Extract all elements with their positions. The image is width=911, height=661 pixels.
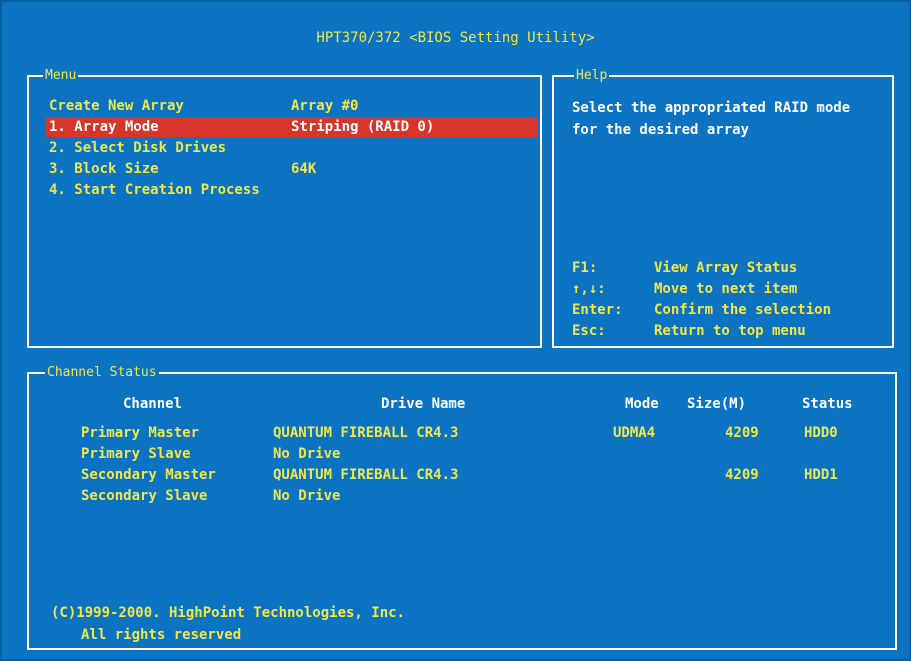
table-row: Primary Slave No Drive xyxy=(29,443,895,465)
key-description: Move to next item xyxy=(654,281,798,297)
key-description: View Array Status xyxy=(654,260,798,276)
channel-name: Secondary Master xyxy=(81,467,216,483)
help-panel: Help Select the appropriated RAID mode f… xyxy=(552,67,894,348)
array-number: Array #0 xyxy=(291,98,359,114)
copyright-line: (C)1999-2000. HighPoint Technologies, In… xyxy=(51,605,406,621)
drive-size: 4209 xyxy=(725,467,759,483)
channel-name: Primary Master xyxy=(81,425,200,441)
drive-size: 4209 xyxy=(725,425,759,441)
key-label: ↑,↓: xyxy=(572,281,606,297)
header-size: Size(M) xyxy=(687,396,747,412)
header-status: Status xyxy=(802,396,853,412)
menu-item-label: 3. Block Size xyxy=(49,161,159,177)
channel-panel-title: Channel Status xyxy=(45,364,159,382)
key-label: F1: xyxy=(572,260,598,276)
table-row: Primary Master QUANTUM FIREBALL CR4.3 UD… xyxy=(29,422,895,444)
copyright-notice: (C)1999-2000. HighPoint Technologies, In… xyxy=(51,602,405,646)
key-label: Enter: xyxy=(572,302,623,318)
menu-item-label: 1. Array Mode xyxy=(49,119,159,135)
drive-mode: UDMA4 xyxy=(613,425,656,441)
key-description: Confirm the selection xyxy=(654,302,832,318)
channel-status-panel: Channel Status Channel Drive Name Mode S… xyxy=(27,364,897,650)
drive-name: QUANTUM FIREBALL CR4.3 xyxy=(273,425,459,441)
drive-name: QUANTUM FIREBALL CR4.3 xyxy=(273,467,459,483)
bios-screen: HPT370/372 <BIOS Setting Utility> Menu C… xyxy=(0,0,911,661)
drive-status: HDD0 xyxy=(804,425,838,441)
header-channel: Channel xyxy=(123,396,183,412)
create-array-label: Create New Array xyxy=(49,98,184,114)
rights-line: All rights reserved xyxy=(81,627,242,643)
table-row: Secondary Master QUANTUM FIREBALL CR4.3 … xyxy=(29,464,895,486)
menu-item-label: 4. Start Creation Process xyxy=(49,182,260,198)
utility-title: HPT370/372 <BIOS Setting Utility> xyxy=(316,30,595,46)
channel-name: Secondary Slave xyxy=(81,488,208,504)
drive-status: HDD1 xyxy=(804,467,838,483)
menu-panel: Menu Create New Array Array #0 1. Array … xyxy=(27,67,542,348)
menu-item-value: 64K xyxy=(291,161,317,177)
drive-name: No Drive xyxy=(273,446,341,462)
table-row: Secondary Slave No Drive xyxy=(29,485,895,507)
key-description: Return to top menu xyxy=(654,323,806,339)
help-panel-title: Help xyxy=(574,67,610,85)
header-drive-name: Drive Name xyxy=(381,396,466,412)
menu-item-label: 2. Select Disk Drives xyxy=(49,140,227,156)
header-mode: Mode xyxy=(625,396,659,412)
key-label: Esc: xyxy=(572,323,606,339)
help-description: Select the appropriated RAID mode for th… xyxy=(572,100,851,138)
drive-name: No Drive xyxy=(273,488,341,504)
channel-name: Primary Slave xyxy=(81,446,191,462)
menu-item-value: Striping (RAID 0) xyxy=(291,119,435,135)
menu-panel-title: Menu xyxy=(43,67,79,85)
